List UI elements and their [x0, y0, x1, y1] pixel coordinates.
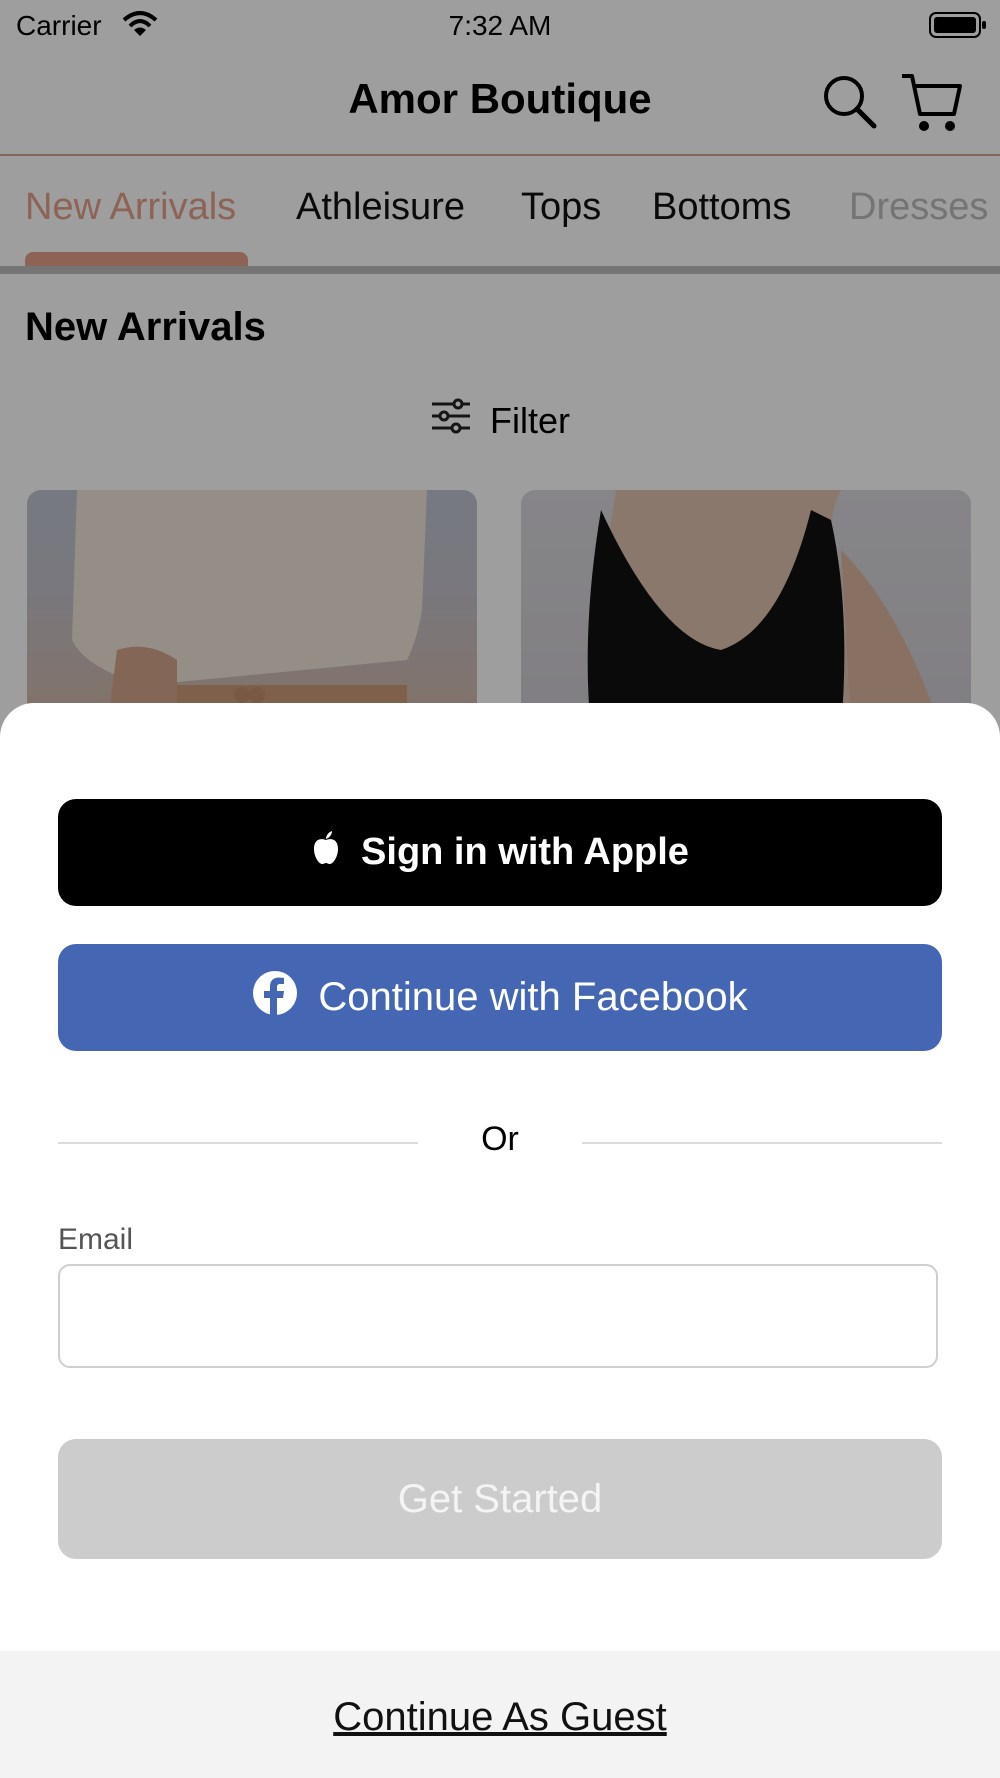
- apple-button-label: Sign in with Apple: [361, 831, 689, 873]
- get-started-button[interactable]: Get Started: [58, 1439, 942, 1559]
- divider-line: [582, 1142, 942, 1144]
- facebook-button-label: Continue with Facebook: [318, 975, 748, 1019]
- get-started-label: Get Started: [397, 1476, 603, 1521]
- or-label: Or: [481, 1120, 519, 1158]
- apple-icon: [311, 830, 341, 876]
- or-divider: Or: [58, 1118, 942, 1164]
- facebook-icon: [252, 970, 298, 1026]
- email-label: Email: [58, 1223, 134, 1256]
- continue-as-guest-link[interactable]: Continue As Guest: [0, 1695, 1000, 1740]
- sign-in-with-apple-button[interactable]: Sign in with Apple: [58, 799, 942, 906]
- continue-with-facebook-button[interactable]: Continue with Facebook: [58, 944, 942, 1051]
- email-field[interactable]: [58, 1264, 938, 1368]
